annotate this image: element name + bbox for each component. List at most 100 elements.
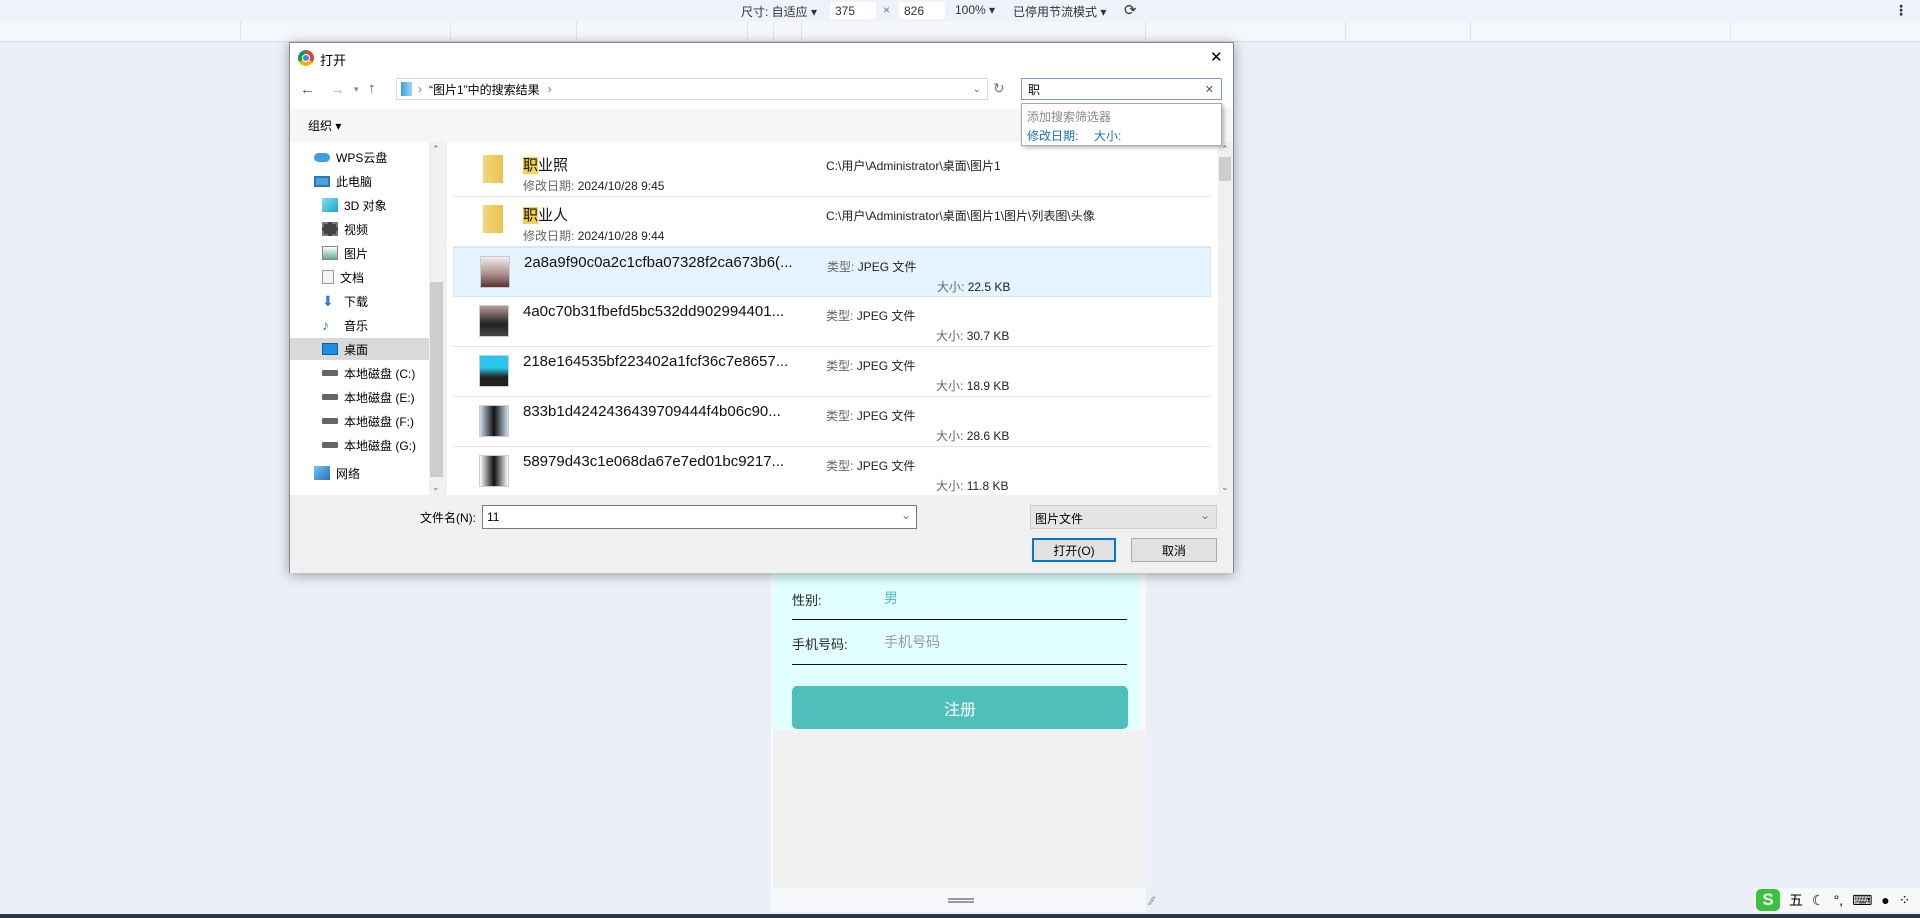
organize-button[interactable]: 组织 ▾ xyxy=(308,117,341,134)
desktop-icon xyxy=(322,343,338,355)
width-input[interactable]: 375 xyxy=(830,2,876,19)
sidebar-item[interactable]: 文档 xyxy=(290,266,429,288)
search-value[interactable]: 职 xyxy=(1028,81,1040,98)
cube-icon xyxy=(322,198,338,212)
clear-search-icon[interactable]: ✕ xyxy=(1205,83,1214,96)
filename-input[interactable]: 11 ⌄ xyxy=(482,505,917,529)
address-dropdown-icon[interactable]: ⌄ xyxy=(973,84,981,95)
filename-value[interactable]: 11 xyxy=(487,510,499,524)
filename-label: 文件名(N): xyxy=(420,511,476,525)
refresh-icon[interactable]: ↻ xyxy=(993,80,1005,97)
sidebar-item-label: 桌面 xyxy=(344,342,369,357)
punctuation-icon[interactable]: °, xyxy=(1834,892,1844,908)
sidebar-item-label: 本地磁盘 (E:) xyxy=(344,390,415,405)
search-input[interactable]: 职 ✕ xyxy=(1021,78,1222,100)
file-type: 类型: JPEG 文件 xyxy=(827,260,917,274)
back-icon[interactable]: ← xyxy=(300,81,315,98)
forward-icon[interactable]: → xyxy=(330,81,345,98)
folder-path: C:\用户\Administrator\桌面\图片1 xyxy=(826,159,1001,173)
image-thumbnail xyxy=(479,455,509,487)
dialog-title: 打开 xyxy=(320,53,347,68)
resize-handle[interactable] xyxy=(948,898,974,903)
sidebar-item[interactable]: 本地磁盘 (C:) xyxy=(290,362,429,384)
download-icon: ⬇ xyxy=(322,293,334,309)
gender-value[interactable]: 男 xyxy=(884,588,898,608)
up-icon[interactable]: ↑ xyxy=(368,80,376,97)
sidebar-item[interactable]: ♪ 音乐 xyxy=(290,314,429,336)
size-select[interactable]: 尺寸: 自适应 ▾ xyxy=(741,3,817,20)
file-row[interactable]: 218e164535bf223402a1fcf36c7e8657... 类型: … xyxy=(453,347,1211,397)
sidebar-item-label: 文档 xyxy=(340,270,365,285)
device-toolbar: 尺寸: 自适应 ▾ 375 × 826 100% ▾ 已停用节流模式 ▾ ⟳ ⋮ xyxy=(0,0,1920,22)
sogou-logo-icon[interactable]: S xyxy=(1756,889,1780,911)
drive-icon xyxy=(322,442,338,448)
file-row[interactable]: 58979d43c1e068da67e7ed01bc9217... 类型: JP… xyxy=(453,447,1211,495)
apps-icon[interactable]: ⁘ xyxy=(1899,892,1911,909)
chrome-icon xyxy=(298,50,314,66)
sidebar-item[interactable]: 网络 xyxy=(290,462,429,484)
sidebar-item[interactable]: WPS云盘 xyxy=(290,146,429,168)
image-thumbnail xyxy=(479,305,509,337)
page-background xyxy=(773,730,1147,888)
file-size: 大小: 28.6 KB xyxy=(936,429,1010,443)
music-icon: ♪ xyxy=(322,317,329,333)
zoom-select[interactable]: 100% ▾ xyxy=(955,3,995,17)
sidebar-item[interactable]: 本地磁盘 (G:) xyxy=(290,434,429,456)
rotate-icon[interactable]: ⟳ xyxy=(1124,1,1137,19)
file-row[interactable]: 833b1d4242436439709444f4b06c90... 类型: JP… xyxy=(453,397,1211,447)
chevron-right-icon[interactable]: › xyxy=(548,82,552,96)
recent-dropdown-icon[interactable]: ▾ xyxy=(354,84,359,95)
dialog-footer: 文件名(N): 11 ⌄ 图片文件 ⌄ 打开(O) 取消 xyxy=(290,495,1233,573)
file-type: 类型: JPEG 文件 xyxy=(826,409,916,423)
filter-date-link[interactable]: 修改日期: xyxy=(1027,127,1078,144)
sidebar-item[interactable]: 3D 对象 xyxy=(290,194,429,216)
phone-row[interactable]: 手机号码: 手机号码 xyxy=(792,632,1127,665)
document-icon xyxy=(322,270,334,284)
close-button[interactable]: ✕ xyxy=(1210,48,1223,66)
file-list: ⌃ ⌄ 职业照 修改日期: 2024/10/28 9:45 C:\用户\Admi… xyxy=(447,142,1232,495)
sidebar-item[interactable]: 本地磁盘 (E:) xyxy=(290,386,429,408)
media-query-bar xyxy=(0,22,1920,42)
user-icon[interactable]: ● xyxy=(1881,892,1889,908)
folder-icon xyxy=(483,205,503,233)
navigation-pane-scrollbar[interactable]: ⌃ ⌄ xyxy=(429,142,444,495)
height-input[interactable]: 826 xyxy=(899,2,945,19)
folder-row[interactable]: 职业人 修改日期: 2024/10/28 9:44 C:\用户\Administ… xyxy=(453,197,1211,247)
sidebar-item-label: 音乐 xyxy=(344,318,369,333)
register-button[interactable]: 注册 xyxy=(792,686,1128,729)
sidebar-item[interactable]: 此电脑 xyxy=(290,170,429,192)
more-menu-icon[interactable]: ⋮ xyxy=(1894,2,1908,19)
folder-row[interactable]: 职业照 修改日期: 2024/10/28 9:45 C:\用户\Administ… xyxy=(453,147,1211,197)
filetype-select[interactable]: 图片文件 ⌄ xyxy=(1030,505,1217,529)
phone-input[interactable]: 手机号码 xyxy=(884,632,940,652)
throttle-select[interactable]: 已停用节流模式 ▾ xyxy=(1013,3,1106,20)
sidebar-item-label: 网络 xyxy=(336,466,361,481)
file-row[interactable]: 4a0c70b31fbefd5bc532dd902994401... 类型: J… xyxy=(453,297,1211,347)
image-thumbnail xyxy=(480,256,510,288)
gender-row[interactable]: 性别: 男 xyxy=(792,588,1127,620)
filename-dropdown-icon[interactable]: ⌄ xyxy=(901,508,911,522)
sidebar-item[interactable]: 视频 xyxy=(290,218,429,240)
file-type: 类型: JPEG 文件 xyxy=(826,459,916,473)
open-button[interactable]: 打开(O) xyxy=(1032,538,1116,562)
picture-icon xyxy=(322,246,338,260)
moon-icon[interactable]: ☾ xyxy=(1812,892,1825,909)
sidebar-item[interactable]: 桌面 xyxy=(290,338,429,360)
sidebar-item-label: 此电脑 xyxy=(336,174,373,189)
keyboard-icon[interactable]: ⌨ xyxy=(1852,892,1872,909)
corner-resize-icon[interactable]: ⁄⁄ xyxy=(1150,894,1154,908)
sidebar-item[interactable]: ⬇ 下载 xyxy=(290,290,429,312)
file-list-scrollbar[interactable]: ⌃ ⌄ xyxy=(1218,142,1232,495)
ime-mode[interactable]: 五 xyxy=(1789,890,1803,910)
filter-size-link[interactable]: 大小: xyxy=(1094,127,1121,144)
address-bar[interactable]: › “图片1”中的搜索结果 › ⌄ xyxy=(396,78,988,100)
sidebar-item[interactable]: 图片 xyxy=(290,242,429,264)
image-thumbnail xyxy=(479,405,509,437)
chevron-right-icon: › xyxy=(418,82,422,96)
sidebar-item-label: 本地磁盘 (F:) xyxy=(344,414,414,429)
folder-icon xyxy=(483,155,503,183)
file-row[interactable]: 2a8a9f90c0a2c1cfba07328f2ca673b6(... 类型:… xyxy=(453,247,1211,297)
sidebar-item[interactable]: 本地磁盘 (F:) xyxy=(290,410,429,432)
cancel-button[interactable]: 取消 xyxy=(1131,538,1217,562)
breadcrumb[interactable]: “图片1”中的搜索结果 xyxy=(429,81,540,98)
